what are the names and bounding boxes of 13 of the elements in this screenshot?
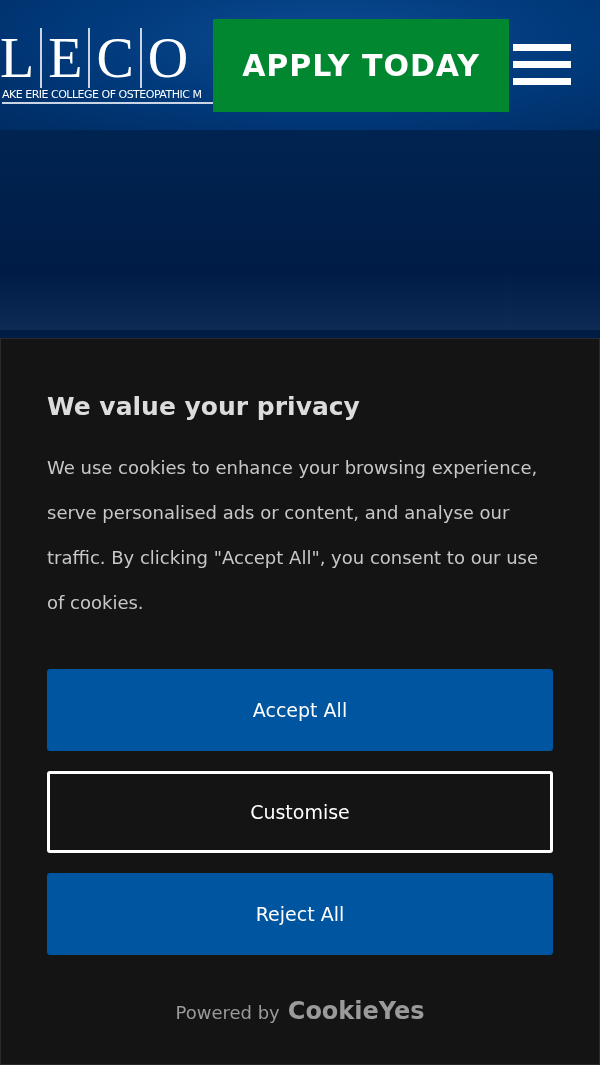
logo-letter: O	[139, 28, 195, 88]
banner-title: We value your privacy	[47, 391, 361, 423]
consent-button[interactable]: Accept All	[47, 669, 553, 751]
powered-by-text: Powered by	[175, 1002, 280, 1023]
logo-letter: C	[88, 28, 140, 88]
consent-button[interactable]: Reject All	[47, 873, 553, 955]
apply-button[interactable]: APPLY TODAY	[213, 19, 509, 112]
menu-icon[interactable]	[513, 44, 571, 86]
banner-message: We use cookies to enhance your browsing experience, serve personalised ads or content, and analyse our traffic. By clicking "Accept All", you consent to our use of cookies.	[47, 456, 540, 615]
logo-letter: L	[0, 28, 36, 88]
customise-button[interactable]: Customise	[47, 771, 553, 853]
logo-letter: E	[40, 28, 89, 88]
brand-logo[interactable]: CookieYes	[287, 997, 425, 1025]
